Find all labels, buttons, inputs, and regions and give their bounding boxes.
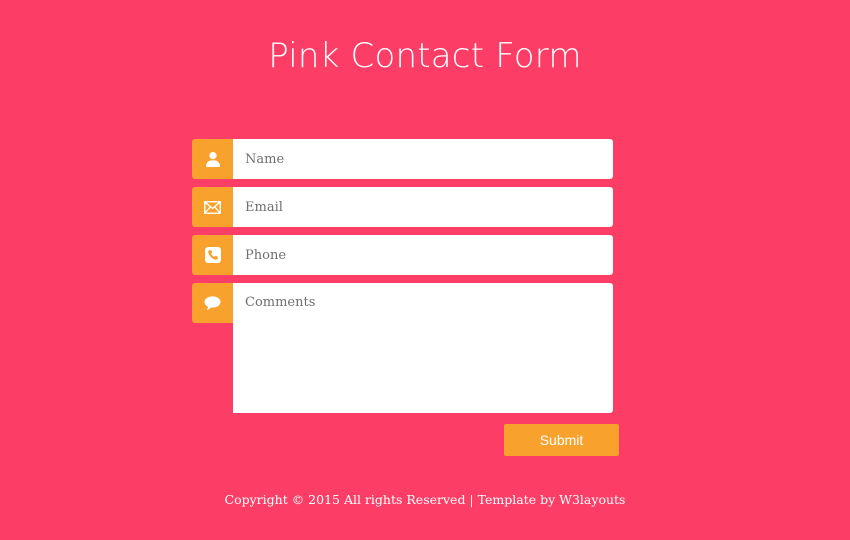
w3layouts-link[interactable]: W3layouts — [559, 492, 625, 507]
name-input[interactable] — [233, 139, 613, 179]
name-field-row — [192, 139, 613, 179]
email-field-row — [192, 187, 613, 227]
submit-button[interactable]: Submit — [504, 424, 619, 456]
footer-copyright: Copyright © 2015 All rights Reserved | T… — [0, 492, 850, 508]
phone-field-row — [192, 235, 613, 275]
comments-field-row — [192, 283, 613, 413]
user-icon — [192, 139, 233, 179]
phone-input[interactable] — [233, 235, 613, 275]
speech-bubble-icon — [192, 283, 233, 323]
footer-text: Copyright © 2015 All rights Reserved | T… — [224, 492, 560, 507]
email-input[interactable] — [233, 187, 613, 227]
comments-textarea[interactable] — [233, 283, 613, 413]
page-title: Pink Contact Form — [268, 36, 582, 76]
envelope-icon — [192, 187, 233, 227]
phone-icon — [192, 235, 233, 275]
